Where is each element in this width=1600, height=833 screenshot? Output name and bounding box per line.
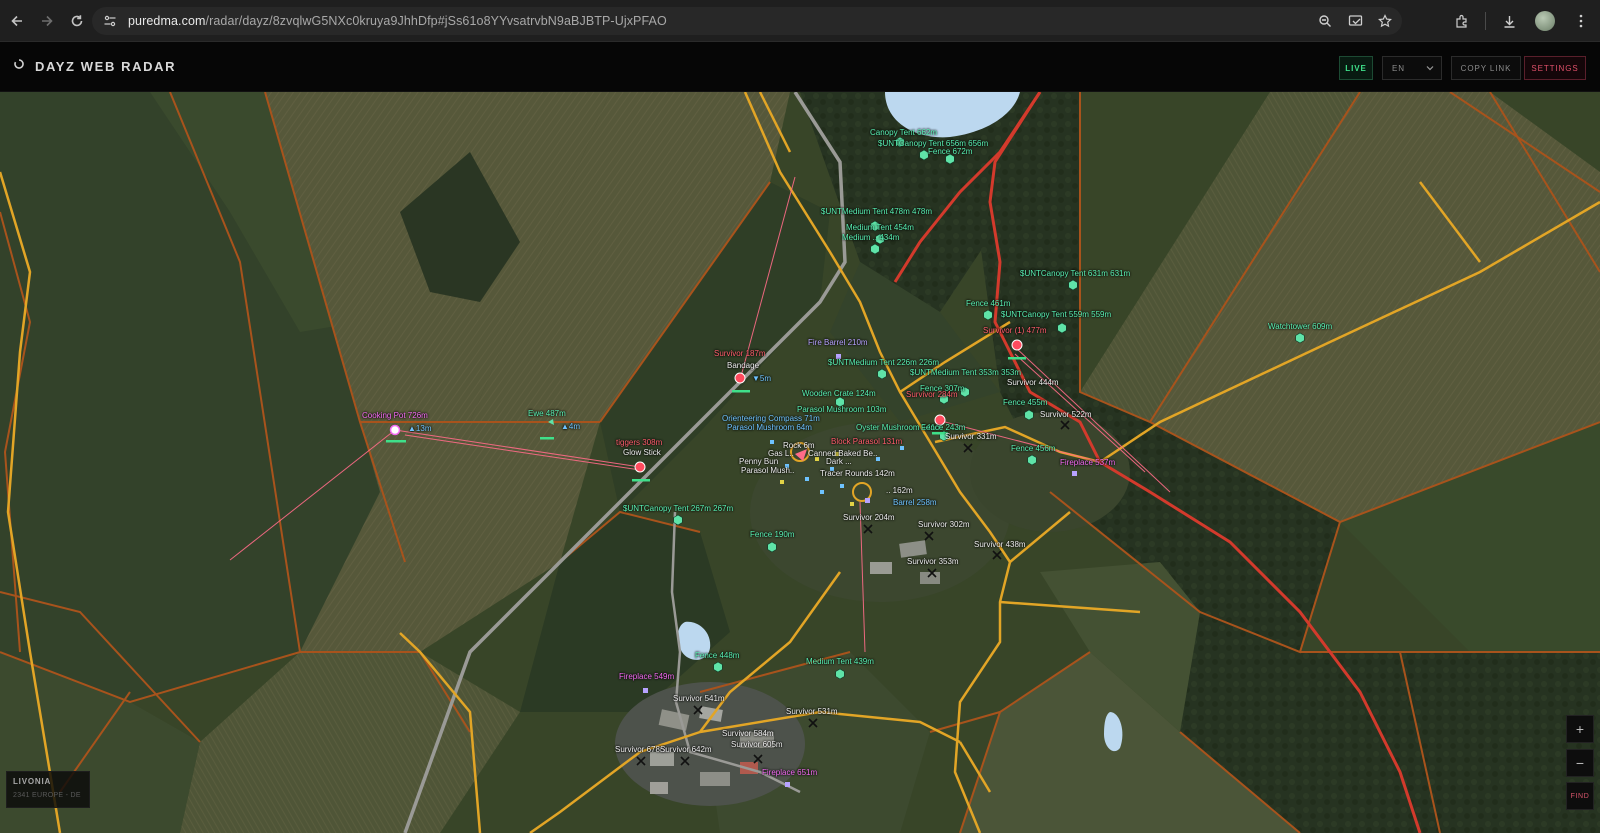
reload-icon (71, 14, 83, 26)
marker-label: $UNTCanopy Tent 631m 631m (1020, 269, 1131, 278)
zoom-out-button[interactable]: − (1566, 749, 1594, 777)
marker-label: Survivor 438m (974, 540, 1026, 549)
marker-label: Survivor 531m (786, 707, 838, 716)
marker-label: Barrel 258m (893, 498, 937, 507)
marker-label: Fence 456m (1011, 444, 1056, 453)
url-path: /radar/dayz/8zvqlwG5NXc0kruya9JhhDfp#jSs… (205, 14, 667, 28)
marker-label: ▲13m (408, 424, 432, 433)
forward-button[interactable] (34, 8, 60, 34)
marker-label: Fence 190m (750, 530, 795, 539)
cast-icon[interactable] (1344, 11, 1366, 31)
language-value: EN (1392, 63, 1405, 73)
marker-label: Cooking Pot 726m (362, 411, 428, 420)
marker-label: Glow Stick (623, 448, 661, 457)
address-bar[interactable]: puredma.com/radar/dayz/8zvqlwG5NXc0kruya… (92, 7, 1402, 35)
radar-logo-icon (14, 59, 24, 69)
marker-label: Survivor 204m (843, 513, 895, 522)
live-button[interactable]: LIVE (1339, 56, 1373, 80)
reload-button[interactable] (64, 8, 90, 34)
marker-label: Survivor 331m (945, 432, 997, 441)
marker-label: $UNTMedium Tent 226m 226m (828, 358, 940, 367)
marker-label: ▲4m (561, 422, 581, 431)
app-title: DAYZ WEB RADAR (35, 59, 177, 74)
marker-label: Survivor 187m (714, 349, 766, 358)
marker-label: Parasol Mushroom 103m (797, 405, 887, 414)
toolbar-divider (1485, 12, 1486, 30)
marker-label: Fireplace 537m (1060, 458, 1116, 467)
marker-label: Survivor 642m (660, 745, 712, 754)
app-header: DAYZ WEB RADAR LIVE EN COPY LINK SETTING… (0, 42, 1600, 92)
map-name: LIVONIA (13, 777, 52, 786)
bookmark-star-icon[interactable] (1374, 11, 1396, 31)
marker-label: $UNTCanopy Tent 267m 267m (623, 504, 734, 513)
marker-label: $UNTCanopy Tent 559m 559m (1001, 310, 1112, 319)
marker-label: ▼5m (752, 374, 772, 383)
marker-label: .. 162m (886, 486, 913, 495)
marker-label: Orienteering Compass 71m (722, 414, 820, 423)
marker-label: Fence 243m (921, 423, 966, 432)
language-select[interactable]: EN (1382, 56, 1442, 80)
browser-toolbar: puredma.com/radar/dayz/8zvqlwG5NXc0kruya… (0, 0, 1600, 42)
menu-kebab-icon[interactable] (1568, 8, 1594, 34)
url-text[interactable]: puredma.com/radar/dayz/8zvqlwG5NXc0kruya… (128, 14, 667, 28)
site-info-icon[interactable] (102, 13, 118, 29)
zoom-in-button[interactable]: + (1566, 715, 1594, 743)
marker-label: Fence 461m (966, 299, 1011, 308)
marker-label: Fireplace 651m (762, 768, 818, 777)
marker-label: Survivor 353m (907, 557, 959, 566)
marker-label: Survivor 522m (1040, 410, 1092, 419)
marker-label: Penny Bun (739, 457, 779, 466)
marker-label: Watchtower 609m (1268, 322, 1333, 331)
copy-link-button[interactable]: COPY LINK (1451, 56, 1521, 80)
marker-label: Survivor 444m (1007, 378, 1059, 387)
map-info-panel: LIVONIA 2341 EUROPE - DE (6, 771, 90, 808)
marker-label: Ewe 487m (528, 409, 566, 418)
arrow-left-icon (11, 15, 22, 26)
marker-label: Parasol Mushroom 64m (727, 423, 812, 432)
server-info: 2341 EUROPE - DE (13, 792, 81, 799)
marker-label: Parasol Mush.. (741, 466, 795, 475)
chevron-down-icon (1426, 66, 1434, 71)
marker-label: Fire Barrel 210m (808, 338, 868, 347)
marker-label: Survivor 284m (906, 390, 958, 399)
marker-label: Tracer Rounds 142m (820, 469, 895, 478)
radar-map[interactable]: Canopy Tent 662m $UNTCanopy Tent 656m 656… (0, 92, 1600, 833)
marker-label: Medium Tent 439m (806, 657, 874, 666)
back-button[interactable] (4, 8, 30, 34)
marker-label: Medium Tent 454m (846, 223, 914, 232)
marker-label: Survivor 541m (673, 694, 725, 703)
profile-button[interactable] (1532, 8, 1558, 34)
marker-label: Fireplace 549m (619, 672, 675, 681)
marker-label: Dark ... (826, 457, 852, 466)
marker-labels: Canopy Tent 662m $UNTCanopy Tent 656m 656… (0, 92, 1600, 833)
marker-label: Wooden Crate 124m (802, 389, 876, 398)
marker-label: Block Parasol 131m (831, 437, 903, 446)
settings-button[interactable]: SETTINGS (1524, 56, 1586, 80)
marker-label: tiggers 308m (616, 438, 663, 447)
marker-label: Fence 672m (928, 147, 973, 156)
marker-label: Medium .. 434m (842, 233, 900, 242)
find-button[interactable]: FIND (1566, 782, 1594, 810)
extensions-icon[interactable] (1449, 8, 1475, 34)
marker-label: $UNTMedium Tent 353m 353m (910, 368, 1022, 377)
marker-label: Fence 448m (695, 651, 740, 660)
arrow-right-icon (42, 15, 53, 26)
marker-label: Bandage (727, 361, 760, 370)
marker-label: Fence 455m (1003, 398, 1048, 407)
marker-label: Survivor 605m (731, 740, 783, 749)
marker-label: $UNTMedium Tent 478m 478m (821, 207, 933, 216)
marker-label: Survivor (1) 477m (983, 326, 1047, 335)
marker-label: Survivor 678m (615, 745, 667, 754)
marker-label: Survivor 584m (722, 729, 774, 738)
marker-label: Survivor 302m (918, 520, 970, 529)
avatar (1535, 11, 1555, 31)
download-icon[interactable] (1496, 8, 1522, 34)
zoom-icon[interactable] (1314, 11, 1336, 31)
url-host: puredma.com (128, 14, 206, 28)
marker-label: Canopy Tent 662m (870, 128, 938, 137)
